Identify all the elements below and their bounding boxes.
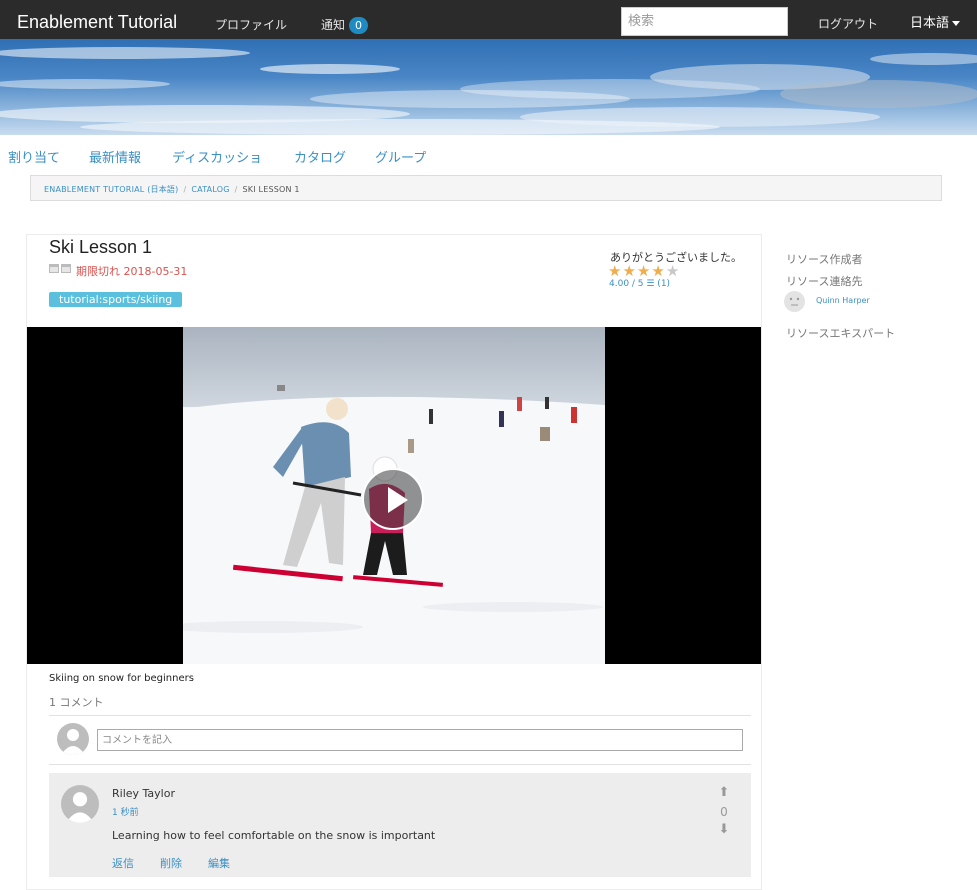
contact-name-link[interactable]: Quinn Harper	[816, 296, 870, 305]
comment-author[interactable]: Riley Taylor	[112, 787, 175, 800]
comment-count: 1 コメント	[49, 696, 104, 709]
user-avatar-icon[interactable]	[61, 785, 99, 823]
arrow-up-icon[interactable]: ⬆	[716, 785, 732, 800]
resource-description: Skiing on snow for beginners	[49, 673, 194, 684]
comment-input[interactable]	[97, 729, 743, 751]
user-avatar-icon	[57, 723, 89, 755]
breadcrumb-current: SKI LESSON 1	[242, 185, 300, 194]
resource-title: Ski Lesson 1	[49, 237, 153, 257]
resource-expert-label: リソースエキスパート	[786, 327, 896, 340]
comment-timestamp[interactable]: 1 秒前	[112, 805, 139, 818]
sky-clouds-image	[0, 47, 977, 135]
resource-tag[interactable]: tutorial:sports/skiing	[49, 292, 183, 307]
star-icon[interactable]: ★	[637, 262, 651, 280]
star-rating[interactable]: ★★★★★	[608, 264, 680, 279]
divider	[49, 764, 751, 765]
language-label: 日本語	[910, 16, 950, 31]
subnav-activities[interactable]: 最新情報	[89, 147, 141, 166]
subnav-discussions[interactable]: ディスカッショ	[172, 147, 262, 166]
logout-link[interactable]: ログアウト	[818, 15, 878, 32]
reply-link[interactable]: 返信	[112, 855, 134, 871]
divider	[49, 715, 751, 716]
arrow-down-icon[interactable]: ⬇	[716, 822, 732, 837]
star-icon[interactable]: ★	[666, 262, 680, 280]
vote-count: 0	[720, 805, 728, 819]
resource-contact-label: リソース連絡先	[786, 275, 863, 288]
nav-notifications-link[interactable]: 通知	[321, 16, 345, 33]
resource-author-label: リソース作成者	[786, 253, 863, 266]
language-dropdown[interactable]: 日本語	[910, 12, 961, 31]
star-icon[interactable]: ★	[622, 262, 636, 280]
nav-profile-link[interactable]: プロファイル	[215, 16, 287, 33]
play-icon	[388, 487, 408, 513]
brand-title[interactable]: Enablement Tutorial	[17, 12, 177, 33]
breadcrumb-catalog[interactable]: CATALOG	[191, 185, 229, 194]
star-icon[interactable]: ★	[608, 262, 622, 280]
expiry-date: 期限切れ 2018-05-31	[76, 265, 188, 278]
delete-link[interactable]: 削除	[160, 855, 182, 871]
edit-link[interactable]: 編集	[208, 855, 230, 871]
subnav-catalog[interactable]: カタログ	[294, 147, 346, 166]
rating-summary[interactable]: 4.00 / 5 ☰ (1)	[609, 279, 670, 289]
search-input[interactable]	[621, 7, 788, 36]
caret-down-icon	[952, 21, 961, 26]
subnav-groups[interactable]: グループ	[375, 147, 426, 166]
breadcrumb-home[interactable]: ENABLEMENT TUTORIAL (日本語)	[44, 185, 178, 194]
subnav-assignments[interactable]: 割り当て	[8, 147, 60, 166]
breadcrumb: ENABLEMENT TUTORIAL (日本語) / CATALOG / SKI LE…	[30, 175, 942, 201]
comment-text: Learning how to feel comfortable on the …	[112, 829, 436, 842]
header-banner-image	[0, 39, 977, 135]
notification-count-badge[interactable]: 0	[349, 17, 368, 34]
star-icon[interactable]: ★	[651, 262, 665, 280]
contact-avatar-icon[interactable]	[784, 291, 805, 312]
calendar-icon	[49, 264, 71, 273]
play-button[interactable]	[362, 468, 424, 530]
